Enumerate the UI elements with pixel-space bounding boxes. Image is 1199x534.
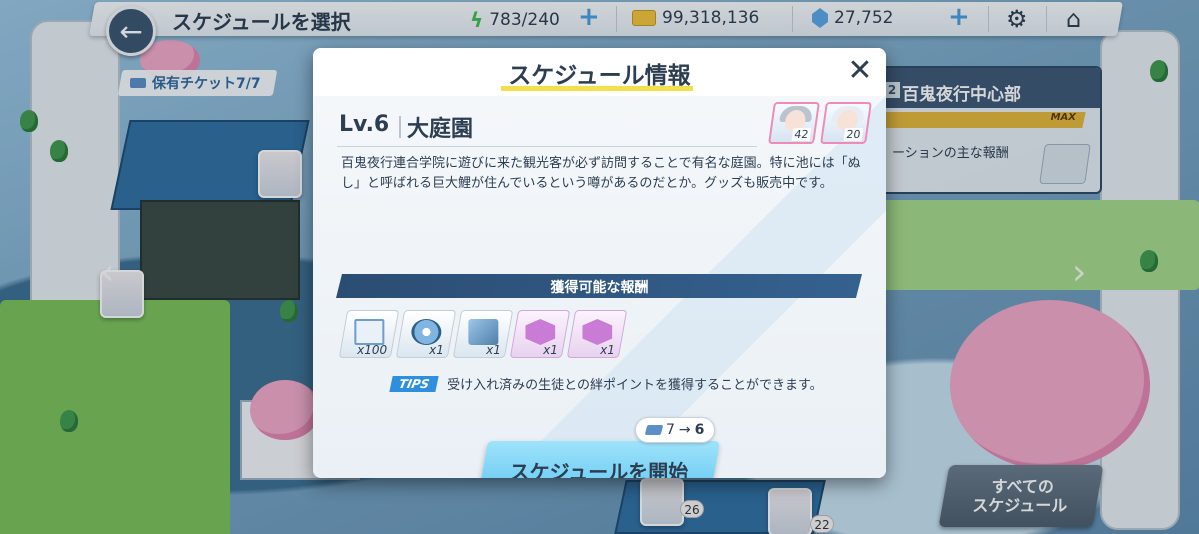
ticket-cost-from: 7 [666,422,675,438]
tips-text: 受け入れ済みの生徒との絆ポイントを獲得することができます。 [447,378,823,393]
reward-quantity: x1 [429,343,445,357]
schedule-info-dialog: スケジュール情報 ✕ Lv.6 大庭園 42 20 百鬼夜行連合学院に遊びに来た… [313,48,886,478]
reward-item[interactable]: x1 [566,310,628,358]
arrow-right-icon: → [678,422,691,438]
tips-row: TIPS 受け入れ済みの生徒との絆ポイントを獲得することができます。 [389,374,823,393]
bond-icon [582,319,612,345]
reward-item[interactable]: x1 [452,310,514,358]
ticket-cost-to: 6 [694,422,705,438]
reward-item[interactable]: x1 [395,310,457,358]
ticket-icon [644,425,664,435]
student-portrait[interactable]: 20 [820,102,872,144]
divider [399,116,401,138]
disc-icon [411,319,442,345]
ticket-cost-bubble: 7 → 6 [635,417,716,443]
close-icon[interactable]: ✕ [845,56,875,86]
reward-item[interactable]: x1 [509,310,571,358]
report-icon [354,319,385,345]
reward-quantity: x1 [600,343,616,357]
divider [337,146,757,147]
bond-level: 42 [791,128,812,141]
bond-level: 20 [843,128,864,141]
reward-quantity: x1 [543,343,559,357]
reward-quantity: x100 [357,343,388,357]
pack-icon [468,319,499,345]
bond-icon [525,319,555,345]
dialog-title: スケジュール情報 [508,63,691,89]
dialog-body: Lv.6 大庭園 42 20 百鬼夜行連合学院に遊びに来た観光客が必ず訪問するこ… [313,96,886,478]
reward-list: x100 x1 x1 x1 x1 [338,310,628,358]
start-schedule-label: スケジュールを開始 [509,460,689,478]
schedule-level: Lv.6 [339,112,390,137]
dialog-header: スケジュール情報 ✕ [313,48,886,96]
reward-quantity: x1 [486,343,502,357]
reward-item[interactable]: x100 [338,310,400,358]
tips-badge: TIPS [389,375,439,392]
schedule-location-name: 大庭園 [407,117,474,142]
schedule-description: 百鬼夜行連合学院に遊びに来た観光客が必ず訪問することで有名な庭園。特に池には「ぬ… [341,156,861,191]
student-portrait[interactable]: 42 [768,102,820,144]
rewards-title: 獲得可能な報酬 [550,280,649,296]
